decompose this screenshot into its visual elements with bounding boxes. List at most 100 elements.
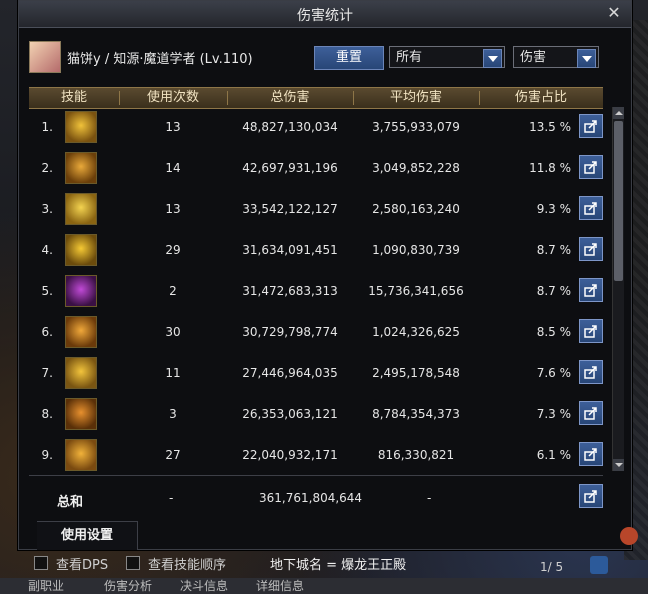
cauldron-skill-icon <box>65 152 97 184</box>
table-row[interactable]: 4. 29 31,634,091,451 1,090,830,739 8.7 % <box>29 230 603 271</box>
total-label: 总和 <box>57 495 84 510</box>
share-row-button[interactable] <box>579 442 603 466</box>
share-row-button[interactable] <box>579 237 603 261</box>
row-rank: 2. <box>41 161 53 175</box>
divider <box>29 475 603 476</box>
reset-button[interactable]: 重置 <box>314 46 384 70</box>
pumpkin-skill-icon <box>65 316 97 348</box>
tab-detail-info[interactable]: 详细信息 <box>256 578 304 594</box>
table-row[interactable]: 7. 11 27,446,964,035 2,495,178,548 7.6 % <box>29 353 603 394</box>
scroll-down-button[interactable] <box>613 459 624 471</box>
col-share[interactable]: 伤害占比 <box>479 88 603 108</box>
row-total-damage: 26,353,063,121 <box>242 407 338 421</box>
share-row-button[interactable] <box>579 401 603 425</box>
scroll-thumb[interactable] <box>614 121 623 281</box>
row-total-damage: 31,472,683,313 <box>242 284 338 298</box>
row-total-damage: 31,634,091,451 <box>242 243 338 257</box>
row-rank: 5. <box>41 284 53 298</box>
row-rank: 9. <box>41 448 53 462</box>
mode-dropdown-value: 伤害 <box>520 50 547 65</box>
row-average-damage: 8,784,354,373 <box>372 407 460 421</box>
share-icon <box>584 284 597 297</box>
row-average-damage: 2,495,178,548 <box>372 366 460 380</box>
table-row[interactable]: 6. 30 30,729,798,774 1,024,326,625 8.5 % <box>29 312 603 353</box>
row-average-damage: 3,049,852,228 <box>372 161 460 175</box>
share-total-button[interactable] <box>579 484 603 508</box>
col-skill[interactable]: 技能 <box>29 88 119 108</box>
magic-storm-skill-icon <box>65 275 97 307</box>
table-row[interactable]: 8. 3 26,353,063,121 8,784,354,373 7.3 % <box>29 394 603 435</box>
table-row[interactable]: 1. 13 48,827,130,034 3,755,933,079 13.5 … <box>29 107 603 148</box>
row-average-damage: 2,580,163,240 <box>372 202 460 216</box>
arch-skill-icon <box>65 439 97 471</box>
bottom-tab-bar: 副职业 伤害分析 决斗信息 详细信息 <box>0 578 648 594</box>
dungeon-name: 地下城名 = 爆龙王正殿 <box>270 558 407 573</box>
table-row[interactable]: 5. 2 31,472,683,313 15,736,341,656 8.7 % <box>29 271 603 312</box>
col-uses[interactable]: 使用次数 <box>119 88 227 108</box>
col-total[interactable]: 总伤害 <box>227 88 353 108</box>
tab-sub-job[interactable]: 副职业 <box>28 578 64 594</box>
next-page-icon[interactable] <box>590 556 608 574</box>
row-uses: 11 <box>165 366 181 380</box>
row-total-damage: 42,697,931,196 <box>242 161 338 175</box>
row-rank: 1. <box>41 120 53 134</box>
row-uses: 29 <box>165 243 181 257</box>
check-order-label: 查看技能顺序 <box>148 558 227 573</box>
row-uses: 27 <box>165 448 181 462</box>
row-damage-share: 7.3 % <box>536 407 571 421</box>
share-row-button[interactable] <box>579 155 603 179</box>
row-total-damage: 48,827,130,034 <box>242 120 338 134</box>
scrollbar[interactable] <box>612 107 624 471</box>
total-average: - <box>427 491 432 505</box>
row-average-damage: 15,736,341,656 <box>368 284 464 298</box>
skill-table: 1. 13 48,827,130,034 3,755,933,079 13.5 … <box>29 107 603 471</box>
share-row-button[interactable] <box>579 360 603 384</box>
scroll-up-button[interactable] <box>613 107 624 119</box>
tab-damage-analysis[interactable]: 伤害分析 <box>104 578 152 594</box>
close-button[interactable]: ✕ <box>605 4 623 22</box>
row-total-damage: 22,040,932,171 <box>242 448 338 462</box>
alert-icon[interactable] <box>620 527 638 545</box>
total-uses: - <box>169 491 174 505</box>
share-icon <box>584 407 597 420</box>
row-uses: 3 <box>169 407 177 421</box>
row-damage-share: 6.1 % <box>536 448 571 462</box>
character-avatar <box>29 41 61 73</box>
window-title: 伤害统计 <box>297 8 353 24</box>
damage-stats-window: 伤害统计 ✕ 猫饼y / 知源·魔道学者 (Lv.110) 重置 所有 伤害 技… <box>18 0 632 550</box>
mode-dropdown[interactable]: 伤害 <box>513 46 599 68</box>
spiral-skill-icon <box>65 111 97 143</box>
row-damage-share: 9.3 % <box>536 202 571 216</box>
chevron-down-icon <box>577 49 596 68</box>
share-row-button[interactable] <box>579 196 603 220</box>
sparkle-skill-icon <box>65 193 97 225</box>
row-average-damage: 1,024,326,625 <box>372 325 460 339</box>
cloud-skill-icon <box>65 234 97 266</box>
check-dps-checkbox[interactable] <box>34 556 48 570</box>
row-rank: 8. <box>41 407 53 421</box>
table-row[interactable]: 3. 13 33,542,122,127 2,580,163,240 9.3 % <box>29 189 603 230</box>
share-icon <box>584 243 597 256</box>
share-row-button[interactable] <box>579 278 603 302</box>
row-average-damage: 3,755,933,079 <box>372 120 460 134</box>
row-damage-share: 11.8 % <box>529 161 571 175</box>
row-total-damage: 33,542,122,127 <box>242 202 338 216</box>
check-order-checkbox[interactable] <box>126 556 140 570</box>
share-row-button[interactable] <box>579 114 603 138</box>
tab-settings[interactable]: 使用设置 <box>37 521 138 550</box>
share-row-button[interactable] <box>579 319 603 343</box>
table-row[interactable]: 2. 14 42,697,931,196 3,049,852,228 11.8 … <box>29 148 603 189</box>
col-avg[interactable]: 平均伤害 <box>353 88 479 108</box>
tab-duel-info[interactable]: 决斗信息 <box>180 578 228 594</box>
title-bar[interactable]: 伤害统计 ✕ <box>19 1 631 28</box>
row-uses: 2 <box>169 284 177 298</box>
row-damage-share: 8.5 % <box>536 325 571 339</box>
share-icon <box>584 161 597 174</box>
share-icon <box>584 325 597 338</box>
page-indicator: 1/ 5 <box>540 560 564 574</box>
filter-dropdown[interactable]: 所有 <box>389 46 505 68</box>
share-icon <box>584 120 597 133</box>
share-icon <box>584 366 597 379</box>
table-row[interactable]: 9. 27 22,040,932,171 816,330,821 6.1 % <box>29 435 603 476</box>
share-icon <box>584 448 597 461</box>
